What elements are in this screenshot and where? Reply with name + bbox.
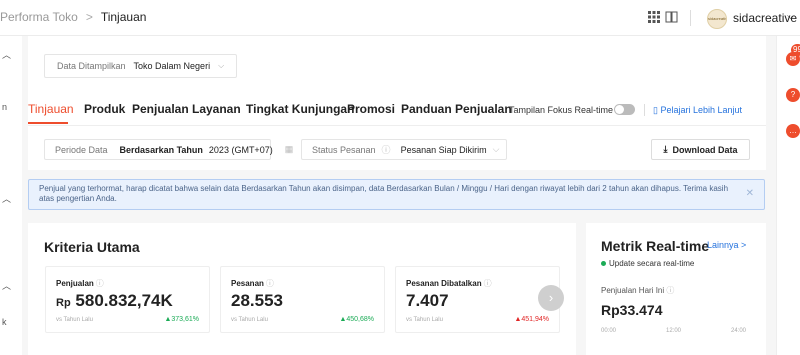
help-circle-icon: ⓘ xyxy=(666,286,675,295)
time-axis-label: 12:00 xyxy=(666,328,682,334)
avatar[interactable]: sidacreative xyxy=(707,9,727,29)
breadcrumb: Performa Toko > Tinjauan xyxy=(0,10,146,24)
metric-change: ▲373,61% xyxy=(164,316,199,323)
download-icon: ⤓ xyxy=(663,144,668,154)
status-dot-icon xyxy=(601,261,606,267)
metric-value: Rp 580.832,74K xyxy=(56,291,173,310)
order-status-value: Pesanan Siap Dikirim xyxy=(400,144,487,155)
tab-layanan[interactable]: Layanan xyxy=(192,102,241,116)
learn-more-link[interactable]: ▯ Pelajari Lebih Lanjut xyxy=(653,105,742,116)
help-circle-icon: ⓘ xyxy=(95,279,104,288)
realtime-update-status: Update secara real-time xyxy=(601,259,694,268)
data-displayed-value: Toko Dalam Negeri xyxy=(133,61,211,71)
notification-badge: 99 xyxy=(791,44,800,56)
metric-label: Pesanan ⓘ xyxy=(231,279,274,288)
close-icon[interactable]: ✕ xyxy=(746,189,754,199)
metric-compare-label: vs Tahun Lalu xyxy=(231,317,268,323)
metric-value: 7.407 xyxy=(406,291,449,310)
metric-card-cancelled[interactable]: Pesanan Dibatalkan ⓘ 7.407 vs Tahun Lalu … xyxy=(395,266,560,333)
chat-icon[interactable]: … xyxy=(786,124,800,138)
info-notice: Penjual yang terhormat, harap dicatat ba… xyxy=(28,179,765,210)
sidebar-item-fragment[interactable]: k xyxy=(2,317,7,327)
today-sales-value: Rp33.474 xyxy=(601,302,663,318)
chevron-down-icon: ⌵ xyxy=(218,61,225,70)
realtime-metrics-card: Metrik Real-time Lainnya > Update secara… xyxy=(586,223,766,355)
tab-panduan-penjualan[interactable]: Panduan Penjualan xyxy=(401,102,512,116)
download-label: Download Data xyxy=(672,144,738,155)
book-icon[interactable] xyxy=(664,11,678,25)
metric-card-orders[interactable]: Pesanan ⓘ 28.553 vs Tahun Lalu ▲450,68% xyxy=(220,266,385,333)
data-displayed-select[interactable]: Data Ditampilkan Toko Dalam Negeri ⌵ xyxy=(44,54,238,78)
period-label: Periode Data xyxy=(55,144,108,155)
tab-tinjauan[interactable]: Tinjauan xyxy=(28,102,74,116)
period-value: 2023 (GMT+07) xyxy=(208,144,273,155)
chevron-up-icon[interactable]: ︿ xyxy=(2,279,11,292)
main-criteria-card: Kriteria Utama Penjualan ⓘ Rp 580.832,74K… xyxy=(28,223,576,355)
download-data-button[interactable]: ⤓ Download Data xyxy=(651,139,750,160)
chevron-down-icon[interactable]: ⌵ xyxy=(787,11,795,22)
calendar-icon: ▦ xyxy=(284,144,294,154)
chevron-up-icon[interactable]: ︿ xyxy=(2,48,11,61)
active-tab-underline xyxy=(28,122,68,124)
tab-penjualan[interactable]: Penjualan xyxy=(132,102,189,116)
breadcrumb-separator: > xyxy=(85,10,93,24)
tab-divider xyxy=(644,104,645,116)
top-bar: Performa Toko>Tinjauan sidacreative sida… xyxy=(0,0,800,36)
overview-header-panel: Data Ditampilkan Toko Dalam Negeri ⌵ Tin… xyxy=(28,36,766,170)
metric-card-sales[interactable]: Penjualan ⓘ Rp 580.832,74K vs Tahun Lalu … xyxy=(45,266,210,333)
data-displayed-label: Data Ditampilkan xyxy=(57,61,126,71)
period-filter[interactable]: Periode Data Berdasarkan Tahun 2023 (GMT… xyxy=(44,139,293,160)
metric-change: ▲450,68% xyxy=(339,316,374,323)
metric-compare-label: vs Tahun Lalu xyxy=(56,317,93,323)
realtime-title: Metrik Real-time xyxy=(601,238,710,254)
notice-text: Penjual yang terhormat, harap dicatat ba… xyxy=(39,184,729,203)
main-criteria-title: Kriteria Utama xyxy=(44,239,140,255)
breadcrumb-parent[interactable]: Performa Toko xyxy=(0,10,78,24)
help-circle-icon: ⓘ xyxy=(381,145,391,155)
today-sales-label: Penjualan Hari Ini ⓘ xyxy=(601,286,675,295)
help-circle-icon: ⓘ xyxy=(483,279,492,288)
metric-change: ▲451,94% xyxy=(514,316,549,323)
metric-value: 28.553 xyxy=(231,291,283,310)
order-status-filter[interactable]: Status Pesanan ⓘ Pesanan Siap Dikirim ⌵ xyxy=(301,139,507,160)
metric-compare-label: vs Tahun Lalu xyxy=(406,317,443,323)
time-axis-label: 24:00 xyxy=(731,328,747,334)
metric-label: Pesanan Dibatalkan ⓘ xyxy=(406,279,492,288)
realtime-focus-label: Tampilan Fokus Real-time xyxy=(509,105,614,115)
chevron-down-icon: ⌵ xyxy=(492,144,500,154)
chevron-right-icon[interactable]: › xyxy=(538,285,564,311)
toggle-knob xyxy=(615,105,624,114)
breadcrumb-current: Tinjauan xyxy=(100,10,147,24)
tab-bar: Tinjauan Produk Penjualan Layanan Tingka… xyxy=(28,102,766,126)
tabs-divider xyxy=(28,125,766,126)
left-sidebar-strip: ︿ n ︿ ︿ k xyxy=(0,36,22,355)
chevron-up-icon[interactable]: ︿ xyxy=(2,192,11,205)
learn-more-label: Pelajari Lebih Lanjut xyxy=(660,105,743,115)
apps-grid-icon[interactable] xyxy=(647,11,661,25)
help-icon[interactable]: ? xyxy=(786,88,800,102)
sidebar-item-fragment[interactable]: n xyxy=(2,102,7,112)
time-axis-label: 00:00 xyxy=(601,328,617,334)
right-floating-strip: ✉ 99 ? … xyxy=(776,36,800,355)
realtime-more-link[interactable]: Lainnya > xyxy=(707,240,746,250)
topbar-divider xyxy=(690,10,691,26)
tab-produk[interactable]: Produk xyxy=(84,102,125,116)
tab-promosi[interactable]: Promosi xyxy=(347,102,395,116)
realtime-focus-toggle[interactable] xyxy=(614,104,635,115)
order-status-label: Status Pesanan xyxy=(312,144,376,155)
help-circle-icon: ⓘ xyxy=(265,279,274,288)
metric-label: Penjualan ⓘ xyxy=(56,279,104,288)
tab-tingkat-kunjungan[interactable]: Tingkat Kunjungan xyxy=(246,102,354,116)
period-mode: Berdasarkan Tahun xyxy=(119,144,203,155)
book-icon: ▯ xyxy=(653,105,658,115)
